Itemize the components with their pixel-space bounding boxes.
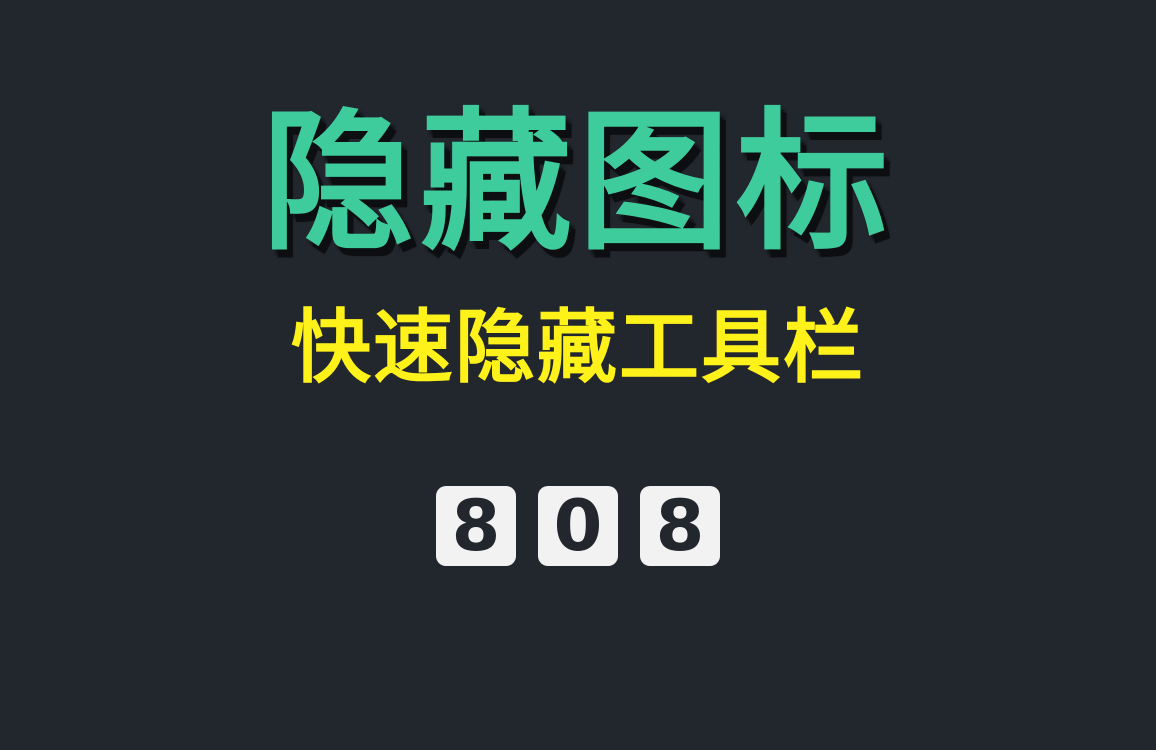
subtitle: 快速隐藏工具栏 (291, 301, 865, 394)
episode-digit: 8 (640, 486, 720, 566)
episode-digit: 0 (538, 486, 618, 566)
episode-digit: 8 (436, 486, 516, 566)
main-title: 隐藏图标 (262, 94, 894, 271)
episode-number: 8 0 8 (0, 486, 1156, 566)
